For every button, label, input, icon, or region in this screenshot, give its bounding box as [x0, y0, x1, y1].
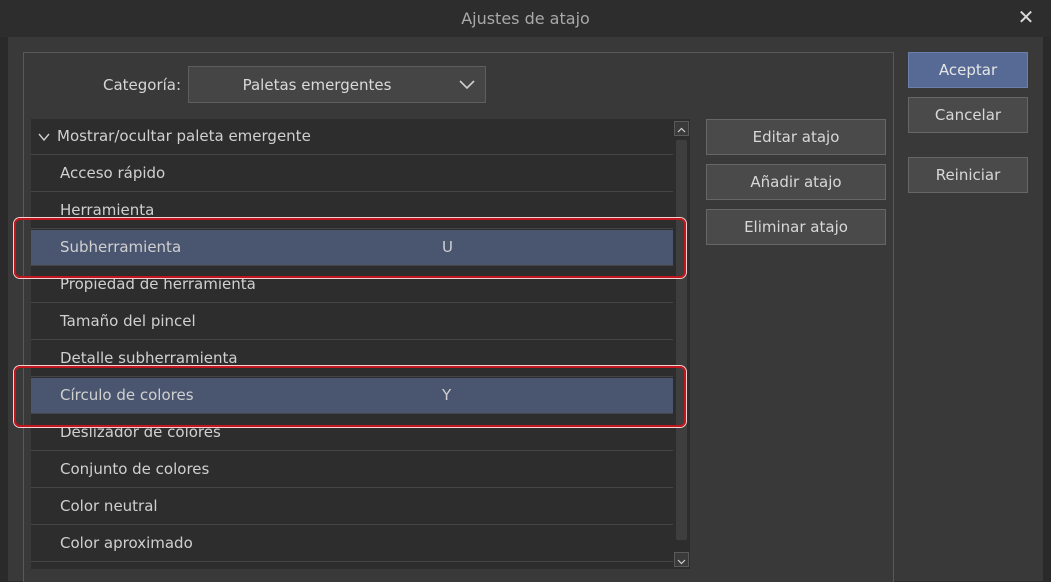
list-item[interactable]: Color neutral — [31, 489, 673, 525]
chevron-down-icon[interactable] — [38, 131, 50, 143]
item-shortcut: Y — [442, 386, 452, 404]
list-item[interactable]: Acceso rápido — [31, 156, 673, 192]
scrollbar-thumb[interactable] — [676, 140, 687, 540]
shortcut-list[interactable]: Mostrar/ocultar paleta emergente Acceso … — [31, 119, 673, 569]
add-shortcut-button[interactable]: Añadir atajo — [706, 164, 886, 200]
item-label: Propiedad de herramienta — [60, 275, 256, 293]
item-label: Detalle subherramienta — [60, 349, 238, 367]
reset-button[interactable]: Reiniciar — [908, 157, 1028, 193]
list-item[interactable]: Tamaño del pincel — [31, 304, 673, 340]
category-label: Categoría: — [103, 76, 182, 94]
cancel-button[interactable]: Cancelar — [908, 97, 1028, 133]
item-label: Subherramienta — [60, 238, 182, 256]
delete-shortcut-button[interactable]: Eliminar atajo — [706, 209, 886, 245]
category-value: Paletas emergentes — [242, 76, 392, 94]
title-bar: Ajustes de atajo ✕ — [0, 0, 1051, 37]
item-label: Herramienta — [60, 201, 155, 219]
list-scrollbar[interactable] — [673, 119, 690, 569]
group-label: Mostrar/ocultar paleta emergente — [57, 127, 311, 145]
list-item-selected[interactable]: Subherramienta U — [31, 230, 673, 266]
list-item[interactable]: Herramienta — [31, 193, 673, 229]
item-label: Tamaño del pincel — [60, 312, 196, 330]
item-shortcut: U — [442, 238, 453, 256]
item-label: Color aproximado — [60, 534, 193, 552]
edit-shortcut-button[interactable]: Editar atajo — [706, 119, 886, 155]
list-item[interactable]: Propiedad de herramienta — [31, 267, 673, 303]
item-label: Color neutral — [60, 497, 158, 515]
scroll-up-button[interactable] — [674, 121, 689, 136]
item-label: Círculo de colores — [60, 386, 194, 404]
window-title: Ajustes de atajo — [461, 9, 590, 28]
list-item[interactable]: Conjunto de colores — [31, 452, 673, 488]
chevron-down-icon — [459, 80, 475, 90]
chevron-up-icon — [677, 127, 686, 133]
list-group-row[interactable]: Mostrar/ocultar paleta emergente — [31, 119, 673, 155]
item-label: Acceso rápido — [60, 164, 166, 182]
list-item[interactable]: Color aproximado — [31, 526, 673, 562]
item-label: Deslizador de colores — [60, 423, 221, 441]
list-item-selected[interactable]: Círculo de colores Y — [31, 378, 673, 414]
category-select[interactable]: Paletas emergentes — [188, 66, 486, 103]
list-item[interactable]: Detalle subherramienta — [31, 341, 673, 377]
item-label: Conjunto de colores — [60, 460, 210, 478]
close-icon[interactable]: ✕ — [1015, 6, 1037, 28]
scroll-down-button[interactable] — [674, 552, 689, 567]
list-item[interactable]: Deslizador de colores — [31, 415, 673, 451]
ok-button[interactable]: Aceptar — [908, 52, 1028, 88]
chevron-down-icon — [677, 559, 686, 565]
